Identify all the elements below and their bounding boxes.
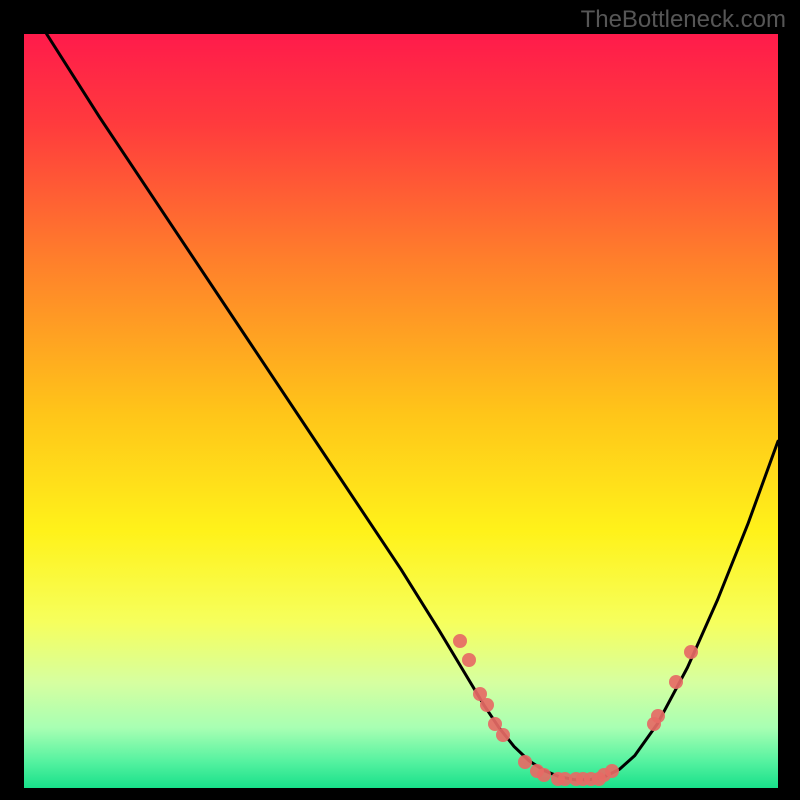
data-point bbox=[651, 709, 665, 723]
data-points-layer bbox=[24, 34, 778, 788]
data-point bbox=[669, 675, 683, 689]
data-point bbox=[453, 634, 467, 648]
data-point bbox=[462, 653, 476, 667]
data-point bbox=[537, 768, 551, 782]
plot-area bbox=[24, 34, 778, 788]
data-point bbox=[684, 645, 698, 659]
data-point bbox=[480, 698, 494, 712]
data-point bbox=[605, 764, 619, 778]
data-point bbox=[496, 728, 510, 742]
chart-stage: TheBottleneck.com bbox=[0, 0, 800, 800]
watermark-text: TheBottleneck.com bbox=[581, 6, 786, 34]
